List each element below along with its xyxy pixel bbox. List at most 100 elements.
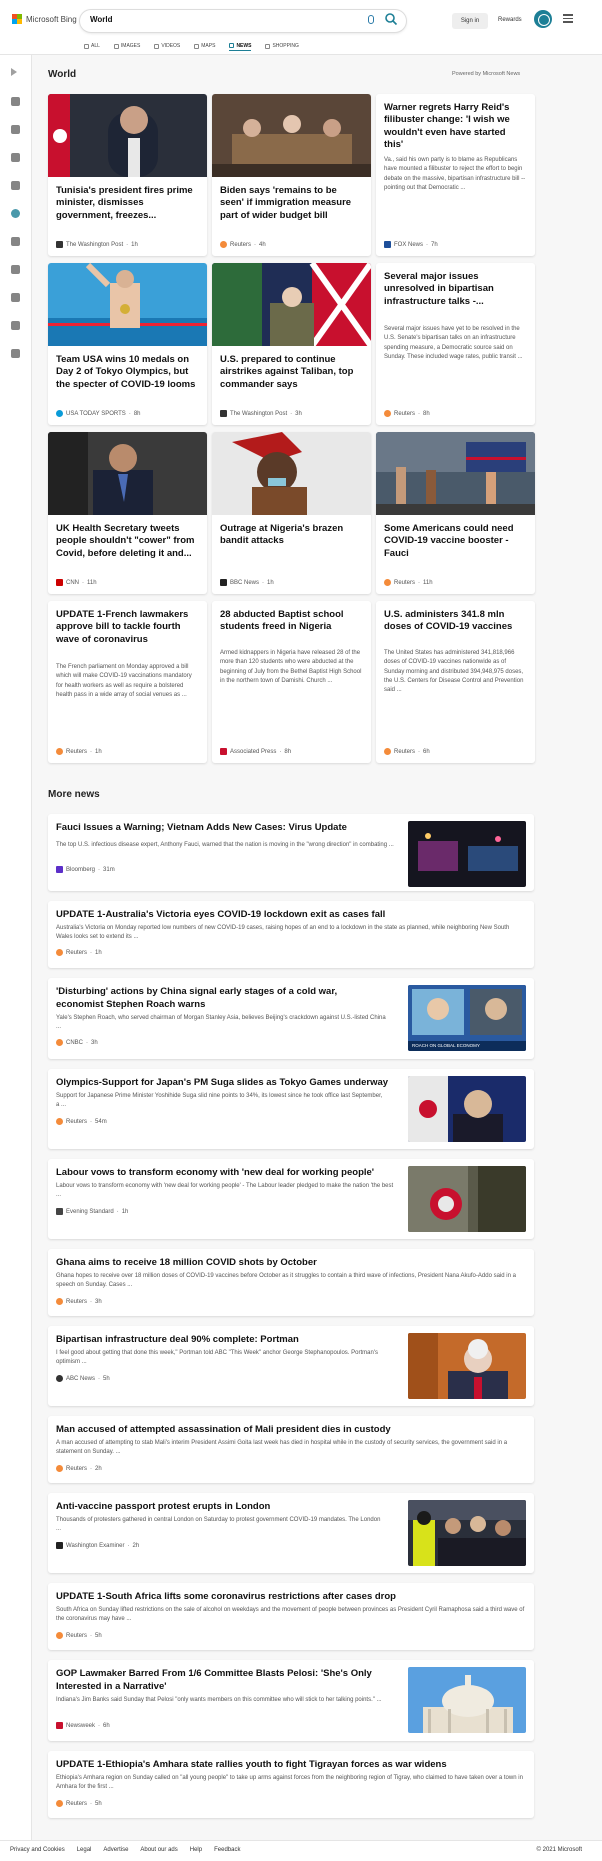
footer-link-feedback[interactable]: Feedback (214, 1847, 240, 1853)
footer-link-about-ads[interactable]: About our ads (140, 1847, 177, 1853)
news-list-item[interactable]: 'Disturbing' actions by China signal ear… (48, 978, 534, 1059)
news-list-item[interactable]: UPDATE 1-Australia's Victoria eyes COVID… (48, 901, 534, 968)
location-pin-icon[interactable] (11, 181, 20, 190)
item-title[interactable]: Ghana aims to receive 18 million COVID s… (56, 1257, 526, 1270)
footer-link-privacy[interactable]: Privacy and Cookies (10, 1847, 65, 1853)
time-ago: 3h (95, 1298, 102, 1305)
expand-chevron-icon[interactable] (11, 68, 17, 76)
money-icon[interactable] (11, 321, 20, 330)
rewards-link[interactable]: Rewards (498, 17, 522, 23)
entertainment-icon[interactable] (11, 293, 20, 302)
tab-news[interactable]: NEWS (229, 41, 252, 51)
item-title[interactable]: Anti-vaccine passport protest erupts in … (56, 1501, 396, 1514)
source-name: Reuters (66, 1800, 88, 1807)
card-title[interactable]: Outrage at Nigeria's brazen bandit attac… (220, 523, 363, 548)
news-list-item[interactable]: Ghana aims to receive 18 million COVID s… (48, 1249, 534, 1316)
news-list-item[interactable]: Bipartisan infrastructure deal 90% compl… (48, 1326, 534, 1406)
card-title[interactable]: Biden says 'remains to be seen' if immig… (220, 185, 363, 222)
card-title[interactable]: 28 abducted Baptist school students free… (220, 609, 363, 634)
source-name: BBC News (230, 579, 260, 586)
card-title[interactable]: U.S. prepared to continue airstrikes aga… (220, 354, 363, 391)
footer-link-help[interactable]: Help (190, 1847, 202, 1853)
news-card[interactable]: Several major issues unresolved in bipar… (376, 263, 535, 425)
card-meta: The Washington Post · 3h (220, 410, 302, 417)
bing-logo[interactable]: Microsoft Bing (12, 14, 77, 24)
card-title[interactable]: U.S. administers 341.8 mln doses of COVI… (384, 609, 527, 634)
card-title[interactable]: UPDATE 1-French lawmakers approve bill t… (56, 609, 199, 646)
globe-icon[interactable] (11, 209, 20, 218)
item-title[interactable]: Labour vows to transform economy with 'n… (56, 1167, 396, 1180)
tab-videos[interactable]: VIDEOS (154, 41, 180, 51)
item-title[interactable]: Fauci Issues a Warning; Vietnam Adds New… (56, 822, 396, 835)
tab-shopping[interactable]: SHOPPING (265, 41, 299, 51)
politics-icon[interactable] (11, 349, 20, 358)
news-card[interactable]: Some Americans could need COVID-19 vacci… (376, 432, 535, 594)
footer-link-legal[interactable]: Legal (77, 1847, 92, 1853)
card-title[interactable]: UK Health Secretary tweets people should… (56, 523, 199, 560)
news-list-item[interactable]: Labour vows to transform economy with 'n… (48, 1159, 534, 1239)
card-meta: Reuters · 1h (56, 748, 102, 755)
item-title[interactable]: UPDATE 1-Ethiopia's Amhara state rallies… (56, 1759, 526, 1772)
news-card[interactable]: Tunisia's president fires prime minister… (48, 94, 207, 256)
card-title[interactable]: Some Americans could need COVID-19 vacci… (384, 523, 527, 560)
sports-icon[interactable] (11, 125, 20, 134)
time-ago: 54m (95, 1118, 107, 1125)
search-input[interactable] (90, 15, 330, 24)
news-card[interactable]: Warner regrets Harry Reid's filibuster c… (376, 94, 535, 256)
copyright: © 2021 Microsoft (536, 1847, 582, 1853)
item-title[interactable]: 'Disturbing' actions by China signal ear… (56, 986, 386, 1012)
news-card[interactable]: Team USA wins 10 medals on Day 2 of Toky… (48, 263, 207, 425)
item-title[interactable]: Bipartisan infrastructure deal 90% compl… (56, 1334, 396, 1347)
tab-maps[interactable]: MAPS (194, 41, 215, 51)
news-card[interactable]: U.S. prepared to continue airstrikes aga… (212, 263, 371, 425)
source-logo-icon (220, 748, 227, 755)
news-card[interactable]: Biden says 'remains to be seen' if immig… (212, 94, 371, 256)
card-snippet: Va., said his own party is to blame as R… (384, 157, 526, 191)
tab-images[interactable]: IMAGES (113, 41, 140, 51)
card-title[interactable]: Several major issues unresolved in bipar… (384, 271, 527, 308)
news-card[interactable]: UK Health Secretary tweets people should… (48, 432, 207, 594)
time-ago: 1h (267, 579, 274, 586)
news-list-item[interactable]: Olympics-Support for Japan's PM Suga sli… (48, 1069, 534, 1149)
home-icon[interactable] (11, 97, 20, 106)
item-title[interactable]: GOP Lawmaker Barred From 1/6 Committee B… (56, 1668, 396, 1694)
item-title[interactable]: Man accused of attempted assassination o… (56, 1424, 526, 1437)
source-name: Reuters (66, 1465, 88, 1472)
search-icon[interactable] (384, 12, 398, 26)
science-icon[interactable] (11, 237, 20, 246)
hamburger-menu-icon[interactable] (563, 14, 573, 25)
footer-link-advertise[interactable]: Advertise (103, 1847, 128, 1853)
microphone-icon[interactable] (368, 15, 374, 24)
news-list-item[interactable]: GOP Lawmaker Barred From 1/6 Committee B… (48, 1660, 534, 1741)
card-title[interactable]: Warner regrets Harry Reid's filibuster c… (384, 102, 527, 151)
source-name: Reuters (394, 410, 416, 417)
section-title-world: World (48, 69, 77, 80)
news-list-item[interactable]: Anti-vaccine passport protest erupts in … (48, 1493, 534, 1573)
news-list-item[interactable]: UPDATE 1-Ethiopia's Amhara state rallies… (48, 1751, 534, 1818)
item-title[interactable]: UPDATE 1-South Africa lifts some coronav… (56, 1591, 526, 1604)
tab-all[interactable]: ALL (84, 41, 100, 51)
item-title[interactable]: Olympics-Support for Japan's PM Suga sli… (56, 1077, 396, 1090)
news-list-item[interactable]: Man accused of attempted assassination o… (48, 1416, 534, 1483)
rewards-badge-icon[interactable] (534, 10, 552, 28)
news-list-item[interactable]: UPDATE 1-South Africa lifts some coronav… (48, 1583, 534, 1650)
news-list-item[interactable]: Fauci Issues a Warning; Vietnam Adds New… (48, 814, 534, 891)
news-card[interactable]: 28 abducted Baptist school students free… (212, 601, 371, 763)
item-thumbnail (408, 1076, 526, 1142)
item-title[interactable]: UPDATE 1-Australia's Victoria eyes COVID… (56, 909, 526, 922)
card-title[interactable]: Team USA wins 10 medals on Day 2 of Toky… (56, 354, 199, 391)
card-title[interactable]: Tunisia's president fires prime minister… (56, 185, 199, 222)
item-snippet: South Africa on Sunday lifted restrictio… (56, 1607, 525, 1623)
source-logo-icon (384, 410, 391, 417)
news-card[interactable]: UPDATE 1-French lawmakers approve bill t… (48, 601, 207, 763)
news-card[interactable]: Outrage at Nigeria's brazen bandit attac… (212, 432, 371, 594)
source-logo-icon (220, 410, 227, 417)
source-name: Bloomberg (66, 866, 96, 873)
source-name: Washington Examiner (66, 1542, 125, 1549)
card-thumbnail (212, 94, 371, 177)
flag-icon[interactable] (11, 153, 20, 162)
rocket-icon[interactable] (11, 265, 20, 274)
sign-in-button[interactable]: Sign in (452, 13, 488, 29)
news-card[interactable]: U.S. administers 341.8 mln doses of COVI… (376, 601, 535, 763)
time-ago: 5h (95, 1800, 102, 1807)
